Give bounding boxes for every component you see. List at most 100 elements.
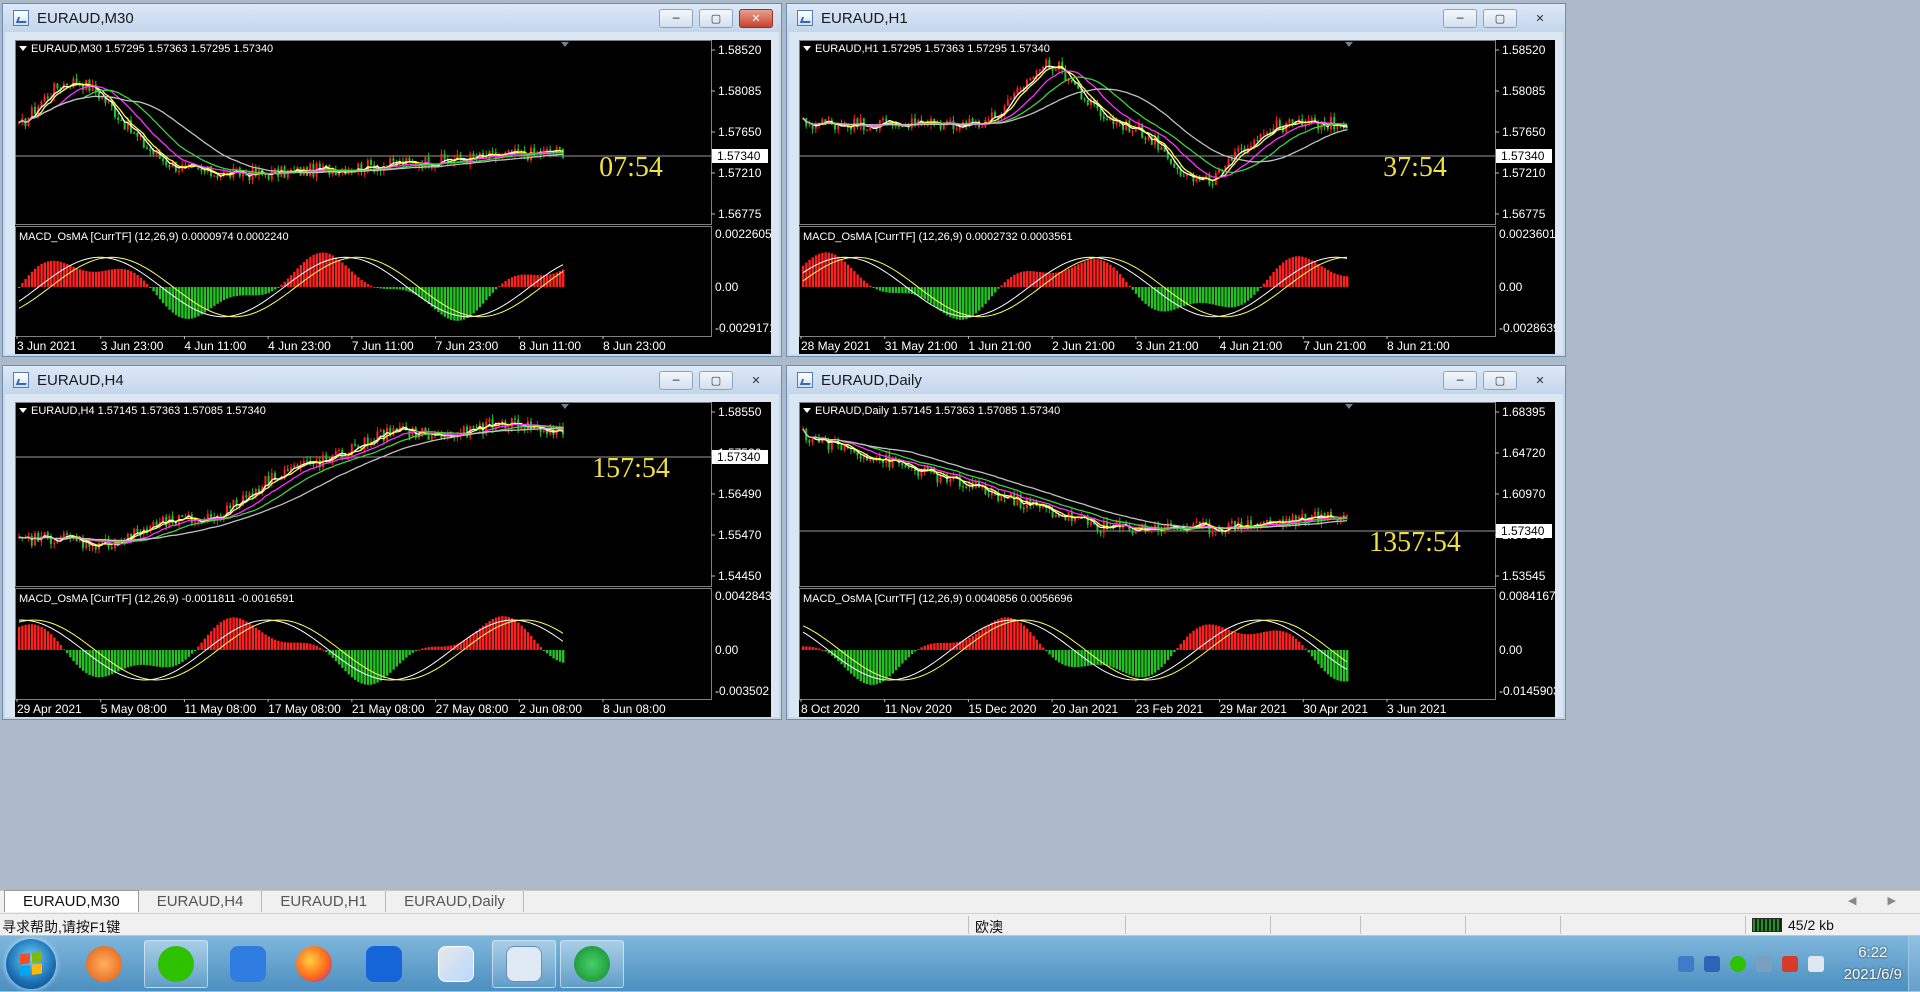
macd-histogram-bar xyxy=(942,642,946,650)
price-chart-svg[interactable]: 1.58520 1.58085 1.57650 1.57210 1.56775 1.573… xyxy=(15,40,771,354)
close-button[interactable]: ✕ xyxy=(739,9,773,28)
macd-histogram-bar xyxy=(123,269,126,287)
time-axis-label: 28 May 2021 xyxy=(801,339,871,353)
network-tray-icon[interactable] xyxy=(1678,956,1694,972)
shift-marker-icon[interactable] xyxy=(561,42,569,47)
window-title-bar[interactable]: EURAUD,H1 ─ ▢ ✕ xyxy=(787,4,1565,32)
taskbar-firefox[interactable] xyxy=(282,940,346,988)
macd-histogram-bar xyxy=(50,260,53,287)
chart-canvas[interactable]: 1.58520 1.58085 1.57650 1.57210 1.56775 1.573… xyxy=(799,40,1555,354)
chart-menu-triangle-icon[interactable] xyxy=(19,46,27,51)
macd-histogram-bar xyxy=(1176,647,1179,650)
chart-tab[interactable]: EURAUD,M30 xyxy=(4,890,139,912)
macd-histogram-bar xyxy=(1003,617,1006,650)
price-axis-label: 1.60970 xyxy=(1502,487,1546,501)
taskbar-green-app[interactable] xyxy=(560,940,624,988)
shift-marker-icon[interactable] xyxy=(1345,42,1353,47)
macd-histogram-bar xyxy=(824,650,827,652)
restore-button[interactable]: ▢ xyxy=(1483,9,1517,28)
close-button[interactable]: ✕ xyxy=(739,371,773,390)
chart-canvas[interactable]: 1.58520 1.58085 1.57650 1.57210 1.56775 1.573… xyxy=(15,40,771,354)
volume-muted-icon[interactable] xyxy=(1782,956,1798,972)
chart-menu-triangle-icon[interactable] xyxy=(803,408,811,413)
macd-histogram-bar xyxy=(354,274,357,287)
taskbar-refresh-app[interactable] xyxy=(72,940,136,988)
chart-canvas[interactable]: 1.585501.575301.564901.554701.544501.573… xyxy=(15,402,771,717)
tab-scroll-arrows[interactable]: ◀ ▶ xyxy=(1848,894,1910,907)
macd-histogram-bar xyxy=(277,287,280,288)
macd-histogram-bar xyxy=(1336,274,1339,287)
candle-body xyxy=(1006,99,1009,106)
macd-histogram-bar xyxy=(1227,287,1230,308)
status-separator xyxy=(1360,916,1361,934)
window-title-bar[interactable]: EURAUD,M30 ─ ▢ ✕ xyxy=(3,4,781,32)
chart-tab[interactable]: EURAUD,H4 xyxy=(139,891,263,912)
macd-histogram-bar xyxy=(888,650,891,677)
candle-body xyxy=(1147,530,1150,533)
taskbar-broker-app[interactable] xyxy=(492,940,556,988)
macd-histogram-bar xyxy=(1083,261,1086,287)
restore-button[interactable]: ▢ xyxy=(699,9,733,28)
chart-tab[interactable]: EURAUD,Daily xyxy=(386,891,524,912)
chart-window-icon[interactable] xyxy=(13,10,29,26)
wechat-tray-icon[interactable] xyxy=(1730,956,1746,972)
price-chart-svg[interactable]: 1.683951.647201.609701.573401.535451.573… xyxy=(799,402,1555,717)
taskbar-notes-app[interactable] xyxy=(216,940,280,988)
macd-histogram-bar xyxy=(917,649,920,651)
taskbar-wechat[interactable] xyxy=(144,940,208,988)
macd-histogram-bar xyxy=(411,650,414,653)
macd-histogram-bar xyxy=(280,284,283,287)
show-desktop-button[interactable] xyxy=(1908,936,1920,992)
price-chart-svg[interactable]: 1.585501.575301.564901.554701.544501.573… xyxy=(15,402,771,717)
macd-histogram-bar xyxy=(1086,260,1090,287)
window-title-bar[interactable]: EURAUD,Daily ─ ▢ ✕ xyxy=(787,366,1565,394)
chart-menu-triangle-icon[interactable] xyxy=(803,46,811,51)
shift-marker-icon[interactable] xyxy=(1345,404,1353,409)
window-title-bar[interactable]: EURAUD,H4 ─ ▢ ✕ xyxy=(3,366,781,394)
minimize-button[interactable]: ─ xyxy=(659,9,693,28)
candle-body xyxy=(987,119,990,121)
candle-body xyxy=(533,147,536,154)
price-chart-svg[interactable]: 1.58520 1.58085 1.57650 1.57210 1.56775 1.573… xyxy=(799,40,1555,354)
chart-menu-triangle-icon[interactable] xyxy=(19,408,27,413)
taskbar-clock[interactable]: 6:22 2021/6/9 xyxy=(1844,942,1902,986)
taskbar-maps-app[interactable] xyxy=(424,940,488,988)
shift-marker-icon[interactable] xyxy=(561,404,569,409)
chart-window-h4[interactable]: EURAUD,H4 ─ ▢ ✕ 1.585501.575301.564901.5… xyxy=(2,365,782,720)
macd-histogram-bar xyxy=(360,279,363,287)
macd-histogram-bar xyxy=(1253,287,1256,295)
macd-histogram-bar xyxy=(91,650,94,677)
macd-histogram-bar xyxy=(1147,287,1150,307)
taskbar-lark[interactable] xyxy=(352,940,416,988)
chart-window-m30[interactable]: EURAUD,M30 ─ ▢ ✕ 1.58520 1.58085 1.57650 1.… xyxy=(2,3,782,357)
restore-button[interactable]: ▢ xyxy=(1483,371,1517,390)
minimize-button[interactable]: ─ xyxy=(659,371,693,390)
close-button[interactable]: ✕ xyxy=(1523,9,1557,28)
chart-window-icon[interactable] xyxy=(797,10,813,26)
macd-histogram-bar xyxy=(302,261,306,287)
close-button[interactable]: ✕ xyxy=(1523,371,1557,390)
minimize-button[interactable]: ─ xyxy=(1443,371,1477,390)
restore-button[interactable]: ▢ xyxy=(699,371,733,390)
start-button[interactable] xyxy=(6,939,56,989)
chart-window-icon[interactable] xyxy=(13,372,29,388)
chart-tab[interactable]: EURAUD,H1 xyxy=(262,891,387,912)
candle-body xyxy=(910,118,913,128)
shield-tray-icon[interactable] xyxy=(1704,956,1720,972)
minimize-button[interactable]: ─ xyxy=(1443,9,1477,28)
candle-body xyxy=(395,428,398,430)
macd-histogram-bar xyxy=(91,271,94,287)
macd-histogram-bar xyxy=(1144,650,1147,678)
connection-bars-icon[interactable] xyxy=(1752,918,1782,932)
usb-tray-icon[interactable] xyxy=(1756,956,1772,972)
chart-window-daily[interactable]: EURAUD,Daily ─ ▢ ✕ 1.68395 1.64720 1.60970… xyxy=(786,365,1566,720)
macd-histogram-bar xyxy=(69,650,72,658)
candle-body xyxy=(91,546,94,548)
chart-window-h1[interactable]: EURAUD,H1 ─ ▢ ✕ 1.58520 1.58085 1.57650 1.5… xyxy=(786,3,1566,357)
chart-window-icon[interactable] xyxy=(797,372,813,388)
macd-histogram-bar xyxy=(878,287,882,291)
signal-tray-icon[interactable] xyxy=(1808,956,1824,972)
macd-histogram-bar xyxy=(987,624,990,650)
candle-body xyxy=(203,170,206,173)
chart-canvas[interactable]: 1.683951.647201.609701.573401.535451.573… xyxy=(799,402,1555,717)
